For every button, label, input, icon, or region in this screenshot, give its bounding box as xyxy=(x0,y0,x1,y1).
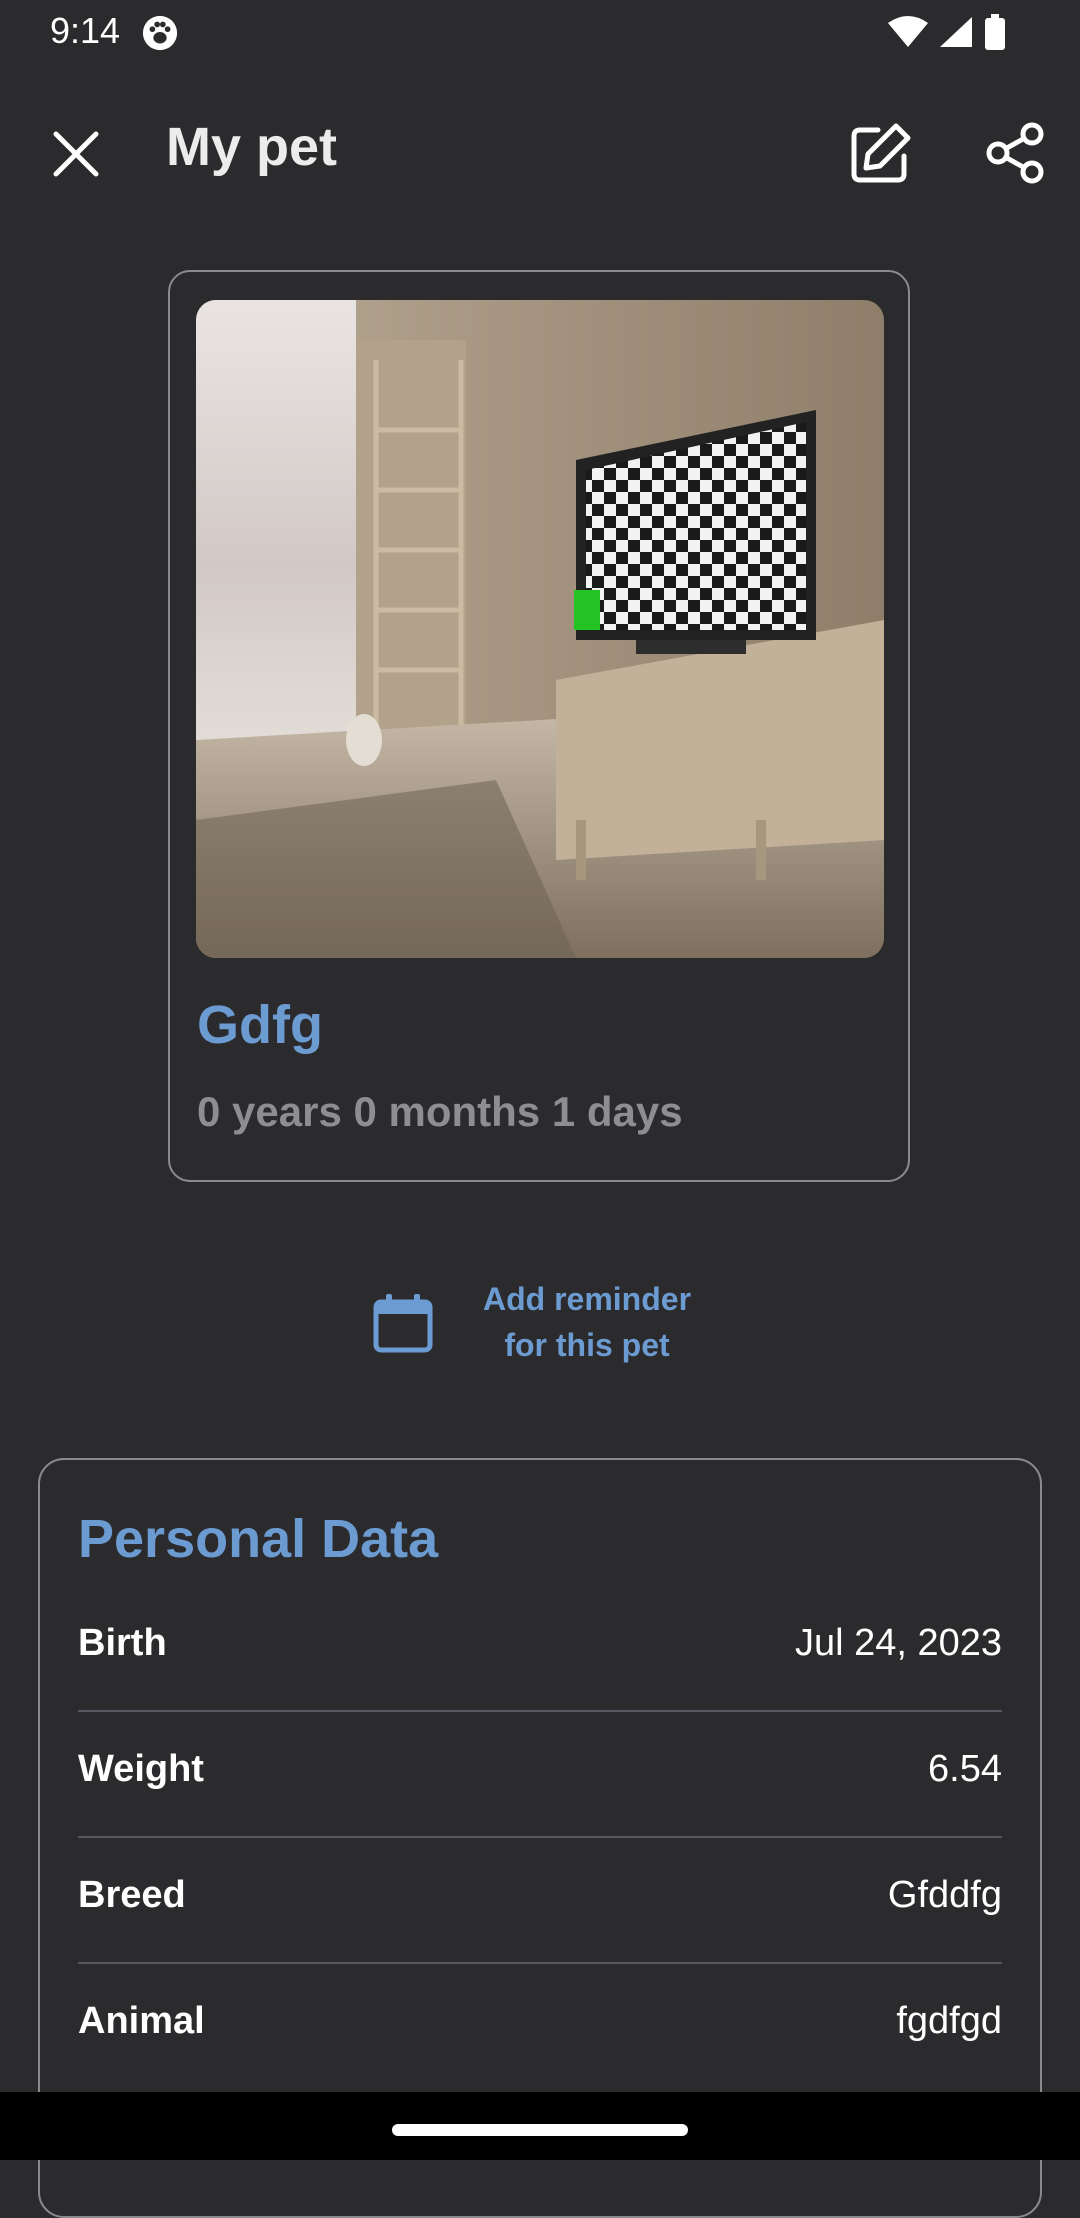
row-label: Weight xyxy=(78,1748,204,1790)
data-row-birth: Birth Jul 24, 2023 xyxy=(78,1586,1002,1712)
pet-photo xyxy=(196,300,884,958)
add-reminder-line-2: for this pet xyxy=(504,1327,670,1363)
pet-card[interactable]: Gdfg 0 years 0 months 1 days xyxy=(168,270,910,1182)
battery-icon xyxy=(985,14,1005,50)
row-value: 6.54 xyxy=(928,1748,1002,1790)
data-row-animal: Animal fgdfgd xyxy=(78,1964,1002,2090)
paw-icon xyxy=(142,15,178,51)
row-label: Breed xyxy=(78,1874,186,1916)
row-label: Birth xyxy=(78,1622,167,1664)
page-title: My pet xyxy=(166,117,338,177)
add-reminder-button[interactable]: Add reminder for this pet xyxy=(372,1276,722,1376)
status-time: 9:14 xyxy=(50,10,121,51)
wifi-icon xyxy=(888,16,928,47)
app-bar: My pet xyxy=(0,100,1080,200)
data-row-breed: Breed Gfddfg xyxy=(78,1838,1002,1964)
data-row-weight: Weight 6.54 xyxy=(78,1712,1002,1838)
row-label: Animal xyxy=(78,2000,205,2042)
add-reminder-line-1: Add reminder xyxy=(482,1281,692,1317)
share-icon[interactable] xyxy=(982,120,1048,186)
row-value: fgdfgd xyxy=(896,2000,1002,2042)
pet-name: Gdfg xyxy=(197,995,323,1055)
personal-data-title: Personal Data xyxy=(78,1509,439,1569)
close-icon[interactable] xyxy=(46,124,106,184)
row-value: Jul 24, 2023 xyxy=(794,1622,1002,1664)
pet-age: 0 years 0 months 1 days xyxy=(197,1088,683,1135)
status-bar: 9:14 xyxy=(0,0,1080,66)
edit-icon[interactable] xyxy=(848,120,914,186)
signal-icon xyxy=(940,17,972,47)
calendar-icon xyxy=(373,1294,433,1353)
home-gesture-handle[interactable] xyxy=(392,2124,688,2136)
system-nav-bar xyxy=(0,2092,1080,2160)
add-reminder-label: Add reminder for this pet xyxy=(452,1276,722,1368)
row-value: Gfddfg xyxy=(887,1874,1002,1916)
